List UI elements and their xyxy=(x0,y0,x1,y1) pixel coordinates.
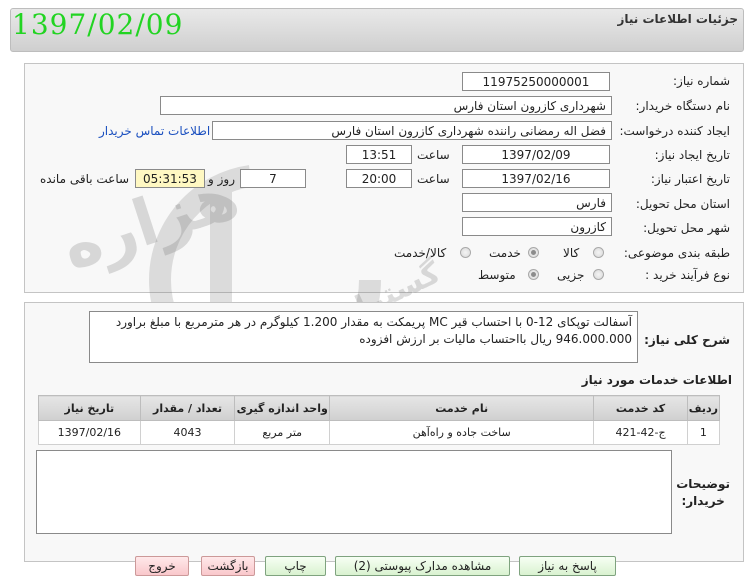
need-number-field: 11975250000001 xyxy=(462,72,610,91)
buyer-org-label: نام دستگاه خریدار: xyxy=(635,99,731,113)
services-table: ردیف کد خدمت نام خدمت واحد اندازه گیری ت… xyxy=(38,395,721,445)
remaining-time-label: ساعت باقی مانده xyxy=(40,172,130,186)
cell-service-code: ج-42-421 xyxy=(593,420,688,445)
buyer-notes-label-line-2: خریدار: xyxy=(681,494,725,508)
col-quantity: تعداد / مقدار xyxy=(139,395,236,421)
process-medium-radio[interactable] xyxy=(528,269,539,280)
create-date-label: تاریخ ایجاد نیاز: xyxy=(654,148,730,162)
province-field: فارس xyxy=(462,193,612,212)
cell-unit: متر مربع xyxy=(234,420,331,445)
cell-row: 1 xyxy=(686,420,721,445)
col-service-name: نام خدمت xyxy=(329,395,595,421)
col-need-date: تاریخ نیاز xyxy=(38,395,141,421)
process-label: نوع فرآیند خرید : xyxy=(645,268,730,282)
process-minor-radio[interactable] xyxy=(593,269,604,280)
description-line-1: آسفالت توپکای 12-0 با احتساب قیر MC پریم… xyxy=(115,315,632,329)
description-label: شرح کلی نیاز: xyxy=(644,333,730,347)
process-medium-label: متوسط xyxy=(478,268,516,282)
category-goods-service-label: کالا/خدمت xyxy=(394,246,447,260)
validity-time-label: ساعت xyxy=(417,172,450,186)
requester-field: فضل اله رمضانی راننده شهرداری کازرون است… xyxy=(212,121,612,140)
page-title: جزئیات اطلاعات نیاز xyxy=(617,12,738,26)
validity-date-field: 1397/02/16 xyxy=(462,169,610,188)
services-title: اطلاعات خدمات مورد نیاز xyxy=(581,373,732,387)
table-row: 1 ج-42-421 ساخت جاده و راه‌آهن متر مربع … xyxy=(38,420,721,445)
category-service-radio[interactable] xyxy=(528,247,539,258)
cell-quantity: 4043 xyxy=(139,420,236,445)
cell-need-date: 1397/02/16 xyxy=(38,420,141,445)
print-button[interactable]: چاپ xyxy=(265,556,326,576)
category-goods-service-radio[interactable] xyxy=(460,247,471,258)
category-service-label: خدمت xyxy=(489,246,521,260)
validity-time-field: 20:00 xyxy=(346,169,412,188)
exit-button[interactable]: خروج xyxy=(135,556,189,576)
back-button[interactable]: بازگشت xyxy=(201,556,255,576)
city-label: شهر محل تحویل: xyxy=(643,221,730,235)
city-field: کازرون xyxy=(462,217,612,236)
buyer-notes-label: توضیحات خریدار: xyxy=(676,476,730,510)
buyer-contact-link[interactable]: اطلاعات تماس خریدار xyxy=(99,124,210,138)
create-time-label: ساعت xyxy=(417,148,450,162)
services-table-header: ردیف کد خدمت نام خدمت واحد اندازه گیری ت… xyxy=(38,395,721,421)
cell-service-name: ساخت جاده و راه‌آهن xyxy=(329,420,595,445)
description-line-2: 946.000.000 ریال بااحتساب مالیات بر ارزش… xyxy=(359,332,632,346)
province-label: استان محل تحویل: xyxy=(635,197,730,211)
category-label: طبقه بندی موضوعی: xyxy=(623,246,730,260)
requester-label: ایجاد کننده درخواست: xyxy=(619,124,730,138)
buyer-notes-textarea[interactable] xyxy=(36,450,672,534)
days-label: روز و xyxy=(208,172,235,186)
reply-button[interactable]: پاسخ به نیاز xyxy=(519,556,616,576)
col-service-code: کد خدمت xyxy=(593,395,688,421)
remaining-time-field: 05:31:53 xyxy=(135,169,205,188)
create-date-field: 1397/02/09 xyxy=(462,145,610,164)
buyer-notes-label-line-1: توضیحات xyxy=(676,477,730,491)
validity-date-label: تاریخ اعتبار نیاز: xyxy=(650,172,730,186)
need-number-label: شماره نیاز: xyxy=(673,74,730,88)
col-row: ردیف xyxy=(686,395,721,421)
category-goods-radio[interactable] xyxy=(593,247,604,258)
description-textarea: آسفالت توپکای 12-0 با احتساب قیر MC پریم… xyxy=(89,311,638,363)
buyer-org-field: شهرداری کازرون استان فارس xyxy=(160,96,612,115)
category-goods-label: کالا xyxy=(563,246,580,260)
remaining-days-field: 7 xyxy=(240,169,306,188)
col-unit: واحد اندازه گیری xyxy=(234,395,331,421)
create-time-field: 13:51 xyxy=(346,145,412,164)
view-attachments-button[interactable]: مشاهده مدارک پیوستی (2) xyxy=(335,556,510,576)
process-minor-label: جزیی xyxy=(557,268,585,282)
date-stamp: 1397/02/09 xyxy=(12,8,184,41)
